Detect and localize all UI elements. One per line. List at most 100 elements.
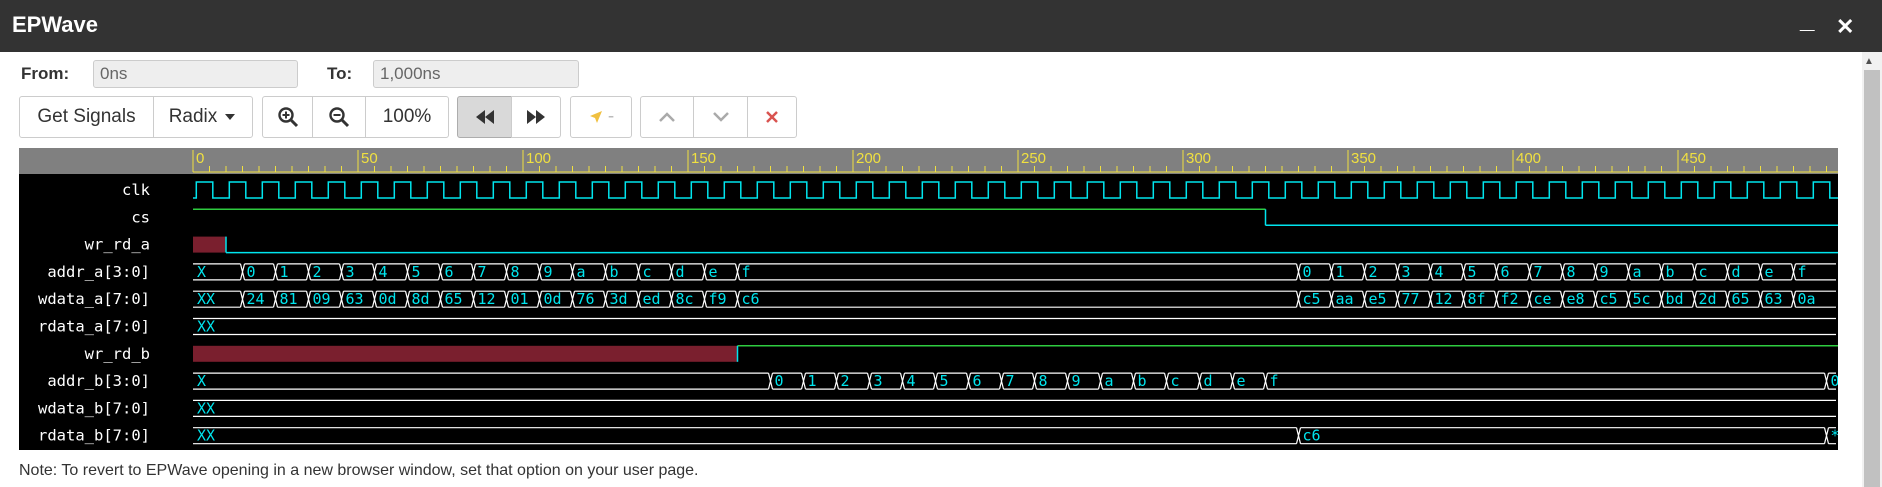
- bus-value-label: 6: [445, 263, 454, 281]
- scrollbar-thumb[interactable]: [1864, 70, 1880, 487]
- bus-value-label: 65: [445, 290, 463, 308]
- bus-value-label: 5: [940, 372, 949, 390]
- bus-value-label: 4: [379, 263, 388, 281]
- bus-value-label: f: [742, 263, 751, 281]
- bus-value-label: d: [676, 263, 685, 281]
- bus-value-label: 4: [1435, 263, 1444, 281]
- bus-value-label: 09: [313, 290, 331, 308]
- marker-label: -: [607, 106, 615, 127]
- bus-value-label: c: [643, 263, 652, 281]
- bus-value-label: 12: [1435, 290, 1453, 308]
- minimize-button[interactable]: _: [1800, 4, 1814, 35]
- signal-name: wdata_b[7:0]: [38, 399, 150, 417]
- bus-value-label: e: [709, 263, 718, 281]
- bus-value-label: b: [610, 263, 619, 281]
- bus-value-label: 6: [1501, 263, 1510, 281]
- bus-value-label: 8: [1567, 263, 1576, 281]
- zoom-out-button[interactable]: [312, 96, 366, 138]
- bus-value-label: 7: [478, 263, 487, 281]
- bus-value-label: 2: [1369, 263, 1378, 281]
- caret-down-icon: [225, 114, 236, 120]
- to-input[interactable]: [373, 60, 579, 88]
- bus-value-label: a: [577, 263, 586, 281]
- bus-value-label: 4: [907, 372, 916, 390]
- bus-value-label: aa: [1336, 290, 1354, 308]
- bus-value-label: XX: [197, 399, 215, 417]
- zoom-out-icon: [329, 107, 350, 128]
- signal-name: wdata_a[7:0]: [38, 290, 150, 308]
- bus-value-label: 5c: [1633, 290, 1651, 308]
- bus-value-label: ed: [643, 290, 661, 308]
- bus-value-label: 77: [1402, 290, 1420, 308]
- move-up-button[interactable]: [640, 96, 694, 138]
- bus-value-label: 8d: [412, 290, 430, 308]
- radix-label: Radix: [168, 106, 218, 127]
- bus-value-label: XX: [197, 427, 215, 445]
- marker-button[interactable]: -: [570, 96, 632, 138]
- bus-value-label: X: [197, 263, 206, 281]
- bus-value-label: 9: [1600, 263, 1609, 281]
- bus-value-label: 0d: [544, 290, 562, 308]
- waveform-viewer[interactable]: 0 50 100 150 200 250 300 350 400 450 clkcswr_rd_a…: [19, 148, 1838, 450]
- bus-value-label: 2: [841, 372, 850, 390]
- ruler-label: 450: [1681, 150, 1706, 167]
- marker-arrow-icon: [589, 111, 602, 123]
- close-icon: [766, 111, 778, 123]
- bus-value-label: 0: [1303, 263, 1312, 281]
- ruler-label: 350: [1351, 150, 1376, 167]
- signal-name: addr_a[3:0]: [47, 263, 150, 281]
- bus-value-label: a: [1633, 263, 1642, 281]
- bus-value-label: 0: [247, 263, 256, 281]
- unknown-value-region: [193, 345, 738, 362]
- close-button[interactable]: ✕: [1836, 14, 1854, 40]
- bus-value-label: bd: [1666, 290, 1684, 308]
- bus-value-label: c6: [1303, 427, 1321, 445]
- bus-value-label: b: [1666, 263, 1675, 281]
- ruler-label: 250: [1021, 150, 1046, 167]
- note-text: Note: To revert to EPWave opening in a n…: [19, 462, 699, 479]
- bus-value-label: c5: [1303, 290, 1321, 308]
- bus-value-label: 63: [346, 290, 364, 308]
- fast-backward-button[interactable]: [457, 96, 512, 138]
- get-signals-button[interactable]: Get Signals: [19, 96, 154, 138]
- bus-value-label: 12: [478, 290, 496, 308]
- bus-value-label: c: [1699, 263, 1708, 281]
- ruler-label: 150: [691, 150, 716, 167]
- signal-name: rdata_b[7:0]: [38, 427, 150, 445]
- bus-value-label: 76: [577, 290, 595, 308]
- signal-name: cs: [131, 208, 150, 226]
- from-input[interactable]: [93, 60, 298, 88]
- scroll-up-icon[interactable]: ▲: [1864, 56, 1874, 67]
- bus-value-label: 3: [874, 372, 883, 390]
- move-down-button[interactable]: [693, 96, 748, 138]
- chevron-up-icon: [659, 112, 675, 122]
- bus-value-label: 8c: [676, 290, 694, 308]
- zoom-in-button[interactable]: [262, 96, 313, 138]
- bus-value-label: c6: [742, 290, 760, 308]
- bus-value-label: 0: [1831, 372, 1839, 390]
- bus-value-label: 0: [775, 372, 784, 390]
- bus-value-label: XX: [197, 290, 215, 308]
- bus-value-label: f2: [1501, 290, 1519, 308]
- radix-dropdown[interactable]: Radix: [153, 96, 253, 138]
- bus-value-label: a: [1105, 372, 1114, 390]
- bus-value-label: 63: [1765, 290, 1783, 308]
- ruler-label: 200: [856, 150, 881, 167]
- fast-forward-button[interactable]: [511, 96, 561, 138]
- zoom-level[interactable]: 100%: [365, 96, 449, 138]
- ruler-label: 100: [526, 150, 551, 167]
- unknown-value-region: [193, 236, 226, 253]
- remove-signal-button[interactable]: [747, 96, 797, 138]
- signal-name: clk: [122, 181, 151, 199]
- bus-value-label: 5: [412, 263, 421, 281]
- bus-value-label: d: [1732, 263, 1741, 281]
- bus-value-label: 5: [1468, 263, 1477, 281]
- signal-name: rdata_a[7:0]: [38, 318, 150, 336]
- bus-value-label: 7: [1534, 263, 1543, 281]
- bus-value-label: f: [1798, 263, 1807, 281]
- bus-value-label: 2d: [1699, 290, 1717, 308]
- bus-value-label: e: [1765, 263, 1774, 281]
- chevron-down-icon: [712, 112, 729, 122]
- to-label: To:: [327, 64, 353, 83]
- bus-value-label: X: [197, 372, 206, 390]
